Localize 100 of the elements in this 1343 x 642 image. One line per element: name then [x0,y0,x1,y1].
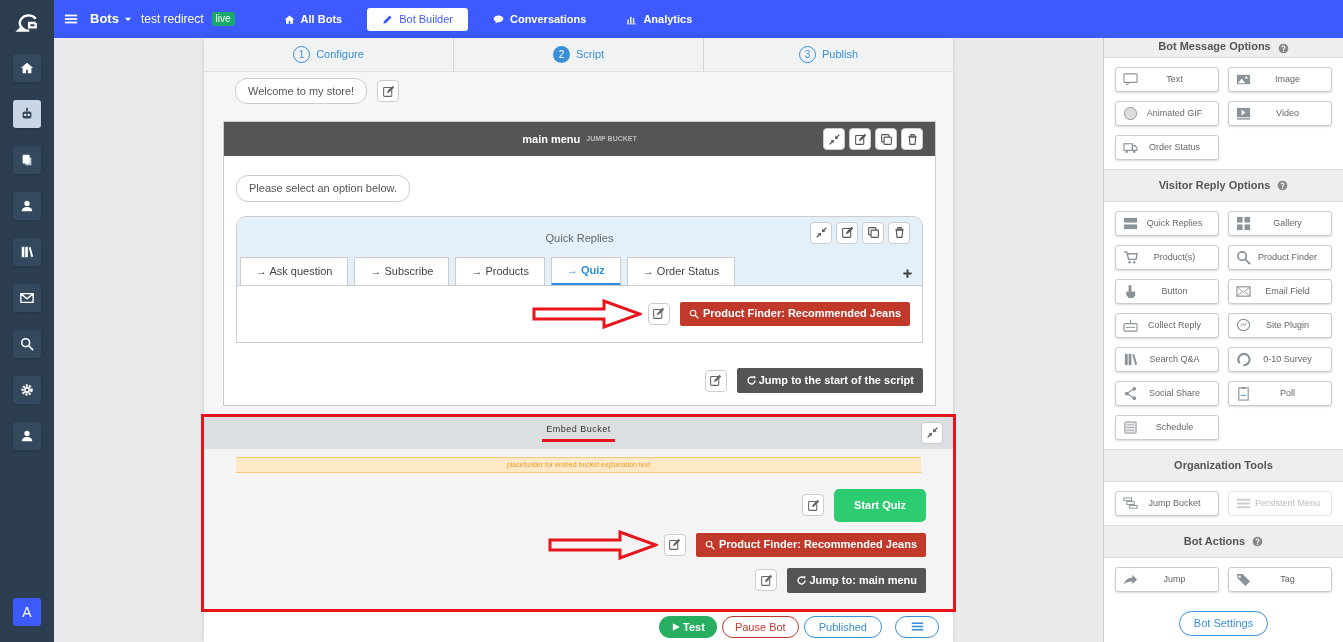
edit-button[interactable] [377,80,400,102]
pencil-icon [382,13,394,25]
element-button[interactable]: Image [1228,67,1332,92]
help-icon[interactable] [1252,536,1264,547]
sidebar-item[interactable] [13,238,41,266]
element-button[interactable]: Order Status [1115,135,1219,160]
section-title: Organization Tools [1174,458,1273,474]
menu-button[interactable] [64,12,78,26]
gallery-icon [1236,216,1251,231]
product-finder-button[interactable]: Product Finder: Recommended Jeans [695,532,926,557]
duplicate-button[interactable] [875,128,897,150]
element-button[interactable]: Quick Replies [1115,211,1219,236]
element-button[interactable]: Schedule [1115,415,1219,440]
books-icon [1123,352,1138,367]
sidebar-item[interactable] [13,284,41,312]
edit-button[interactable] [802,494,825,516]
product-finder-button[interactable]: Product Finder: Recommended Jeans [679,301,910,326]
element-button[interactable]: Email Field [1228,279,1332,304]
edit-button[interactable] [849,128,871,150]
element-button[interactable]: Jump Bucket [1115,491,1219,516]
element-button[interactable]: Video [1228,101,1332,126]
element-button[interactable]: Social Share [1115,381,1219,406]
person-icon [20,429,34,443]
collapse-button[interactable] [921,421,943,444]
element-button[interactable]: Collect Reply [1115,313,1219,338]
bots-dropdown[interactable]: Bots [90,9,119,29]
jump-button[interactable]: Jump to: main menu [787,567,926,593]
quick-reply-tab[interactable]: → Products [455,256,545,285]
element-button[interactable]: Search Q&A [1115,347,1219,372]
edit-button[interactable] [647,302,670,325]
element-button[interactable]: Gallery [1228,211,1332,236]
element-button[interactable]: Poll [1228,381,1332,406]
add-icon[interactable] [902,267,913,279]
element-button[interactable]: Animated GIF [1115,101,1219,126]
copy-icon [879,132,893,146]
refresh-icon [796,574,808,586]
quick-reply-tab[interactable]: → Quiz [550,256,621,285]
pointer-icon [1123,284,1138,299]
nav-tab[interactable]: Analytics [611,7,708,31]
home-icon [283,13,295,25]
documents-icon [20,153,34,167]
sidebar-item[interactable] [13,100,41,128]
nav-tab[interactable]: Bot Builder [367,7,468,31]
element-button[interactable]: Text [1115,67,1219,92]
edit-button[interactable] [755,569,778,591]
help-icon[interactable] [1277,43,1289,54]
step-tab[interactable]: 2 Script [552,46,605,63]
edit-icon [381,84,395,98]
nav-tab[interactable]: Conversations [478,7,602,31]
duplicate-button[interactable] [862,221,884,244]
message-bubble[interactable]: Welcome to my store! [235,77,368,105]
user-avatar[interactable]: A [13,598,41,626]
jump-button[interactable]: Jump to the start of the script [736,368,923,393]
element-button[interactable]: Jump [1115,567,1219,592]
delete-button[interactable] [901,128,923,150]
keyboard-icon [1123,318,1138,333]
delete-icon [905,132,919,146]
sidebar-item[interactable] [13,422,41,450]
element-button[interactable]: Product Finder [1228,245,1332,270]
menu-icon [1236,496,1251,511]
mail-icon [20,291,34,305]
collapse-button[interactable] [823,128,845,150]
element-button[interactable]: Site Plugin [1228,313,1332,338]
edit-button[interactable] [663,533,686,556]
clipboard-icon [1236,386,1251,401]
element-button[interactable]: Button [1115,279,1219,304]
quick-reply-tab[interactable]: → Ask question [240,256,349,285]
element-button[interactable]: 0-10 Survey [1228,347,1332,372]
edit-button[interactable] [704,369,727,392]
list-icon [1123,216,1138,231]
element-button[interactable]: Tag [1228,567,1332,592]
truck-icon [1123,140,1138,155]
section-title: Bot Actions [1183,534,1246,550]
quick-reply-tab[interactable]: → Subscribe [354,256,450,285]
sidebar-item[interactable] [13,146,41,174]
delete-button[interactable] [888,221,910,244]
step-tab[interactable]: 3 Publish [798,46,859,63]
nav-tab[interactable]: All Bots [268,7,358,31]
sidebar-item[interactable] [13,192,41,220]
menu-icon [64,12,78,26]
search-icon [20,337,34,351]
image-icon [1236,72,1251,87]
help-icon[interactable] [1277,180,1289,191]
sidebar-item[interactable] [13,330,41,358]
menu-icon [910,620,924,634]
element-button[interactable]: Product(s) [1115,245,1219,270]
play-icon [671,621,682,632]
person-icon [20,199,34,213]
quick-reply-tab[interactable]: → Order Status [626,256,736,285]
bucket-title: main menu [522,131,581,147]
sidebar-item[interactable] [13,54,41,82]
live-badge: live [211,12,235,26]
settings-icon [20,383,34,397]
edit-button[interactable] [836,221,858,244]
collapse-button[interactable] [810,221,832,244]
sidebar-item[interactable] [13,376,41,404]
message-bubble[interactable]: Please select an option below. [236,175,410,202]
share-icon [1123,386,1138,401]
video-icon [1236,106,1251,121]
edit-icon [840,226,854,239]
